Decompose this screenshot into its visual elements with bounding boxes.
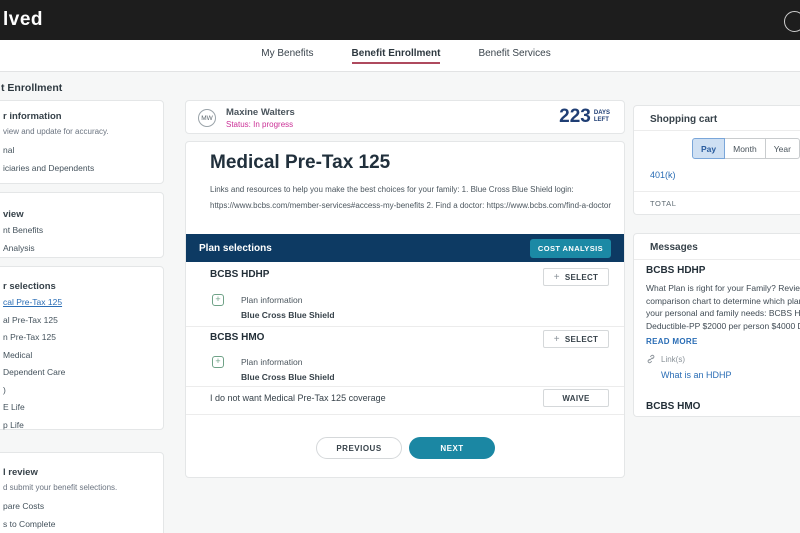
sidebar-item-sp-life[interactable]: p Life [3, 420, 153, 430]
divider [186, 326, 624, 327]
sidebar-item-personal[interactable]: nal [3, 145, 153, 155]
sidebar-title: t Enrollment [1, 82, 62, 94]
plan-information-label: Plan information [241, 357, 302, 367]
plus-icon [554, 334, 560, 345]
medical-kit-icon [212, 356, 224, 368]
tab-benefit-enrollment[interactable]: Benefit Enrollment [352, 48, 441, 64]
sidebar-item-vision-pretax[interactable]: n Pre-Tax 125 [3, 332, 153, 342]
links-label: Link(s) [661, 355, 685, 364]
plus-icon [554, 272, 560, 283]
toggle-year[interactable]: Year [766, 138, 800, 159]
messages-title: Messages [650, 242, 698, 253]
sidebar-item-medical-pretax[interactable]: cal Pre-Tax 125 [3, 297, 153, 307]
plan-provider: Blue Cross Blue Shield [241, 372, 335, 382]
previous-button[interactable]: PREVIOUS [316, 437, 402, 459]
plan-name-hmo: BCBS HMO [210, 332, 264, 343]
waive-text: I do not want Medical Pre-Tax 125 covera… [210, 393, 386, 403]
sidebar-heading-review: view [3, 209, 153, 220]
message-body: What Plan is right for your Family? Revi… [646, 282, 800, 333]
divider [186, 386, 624, 387]
plan-name-hdhp: BCBS HDHP [210, 269, 269, 280]
divider [634, 130, 800, 131]
message-plan-name-hmo: BCBS HMO [646, 401, 700, 412]
message-plan-name-hdhp: BCBS HDHP [646, 265, 705, 276]
tab-benefit-services[interactable]: Benefit Services [478, 48, 550, 64]
read-more-link[interactable]: READ MORE [646, 337, 698, 346]
pay-period-toggle: Pay Month Year [692, 138, 800, 159]
divider [634, 191, 800, 192]
divider [186, 414, 624, 415]
sidebar-item-cost-analysis[interactable]: Analysis [3, 243, 153, 253]
top-app-bar: lved [0, 0, 800, 40]
sidebar-item-401k[interactable]: ) [3, 385, 153, 395]
sidebar-desc-information: view and update for accuracy. [3, 127, 153, 136]
shopping-cart-panel: Shopping cart Pay Month Year 401(k) TOTA… [633, 105, 800, 215]
plan-selections-title: Plan selections [199, 243, 272, 254]
days-left-value: 223 [559, 106, 591, 128]
shopping-cart-title: Shopping cart [650, 114, 717, 125]
sidebar-card-final-review: l review d submit your benefit selection… [0, 452, 164, 533]
sidebar-heading-information: r information [3, 111, 153, 122]
divider [634, 259, 800, 260]
sidebar-item-dependent-care[interactable]: Dependent Care [3, 367, 153, 377]
user-status: Status: In progress [226, 120, 293, 129]
sidebar-card-selections: r selections cal Pre-Tax 125 al Pre-Tax … [0, 266, 164, 430]
select-label: SELECT [565, 335, 598, 344]
messages-panel: Messages BCBS HDHP What Plan is right fo… [633, 233, 800, 417]
profile-icon[interactable] [784, 11, 800, 32]
sidebar-card-information: r information view and update for accura… [0, 100, 164, 184]
link-icon [646, 354, 656, 364]
select-label: SELECT [565, 273, 598, 282]
brand-logo: lved [3, 9, 43, 31]
days-left-counter: 223 DAYS LEFT [559, 106, 610, 128]
tab-my-benefits[interactable]: My Benefits [261, 48, 313, 64]
what-is-hdhp-link[interactable]: What is an HDHP [661, 370, 732, 380]
user-name: Maxine Walters [226, 107, 295, 118]
sidebar-card-review: view nt Benefits Analysis [0, 192, 164, 258]
page-title: Medical Pre-Tax 125 [210, 152, 390, 174]
plan-provider: Blue Cross Blue Shield [241, 310, 335, 320]
sidebar-item-current-benefits[interactable]: nt Benefits [3, 225, 153, 235]
days-left-word2: LEFT [594, 117, 610, 124]
benefits-enrollment-page: lved My Benefits Benefit Enrollment Bene… [0, 0, 800, 533]
toggle-month[interactable]: Month [725, 138, 766, 159]
next-button[interactable]: NEXT [409, 437, 495, 459]
main-navigation: My Benefits Benefit Enrollment Benefit S… [0, 40, 800, 72]
links-row: Link(s) [646, 354, 685, 364]
sidebar-item-steps-to-complete[interactable]: s to Complete [3, 519, 153, 529]
plan-information-label: Plan information [241, 295, 302, 305]
sidebar-item-ee-life[interactable]: E Life [3, 402, 153, 412]
toggle-pay[interactable]: Pay [692, 138, 725, 159]
user-status-card: MW Maxine Walters Status: In progress 22… [185, 100, 625, 134]
sidebar-desc-final-review: d submit your benefit selections. [3, 483, 153, 492]
plan-description: Links and resources to help you make the… [210, 182, 622, 214]
select-hdhp-button[interactable]: SELECT [543, 268, 609, 286]
plan-detail-card: Medical Pre-Tax 125 Links and resources … [185, 141, 625, 478]
avatar: MW [198, 109, 216, 127]
select-hmo-button[interactable]: SELECT [543, 330, 609, 348]
medical-kit-icon [212, 294, 224, 306]
sidebar-heading-selections: r selections [3, 281, 153, 292]
waive-button[interactable]: WAIVE [543, 389, 609, 407]
sidebar-item-dental-pretax[interactable]: al Pre-Tax 125 [3, 315, 153, 325]
days-left-word1: DAYS [594, 110, 610, 117]
sidebar-item-beneficiaries[interactable]: iciaries and Dependents [3, 163, 153, 173]
plan-selections-bar: Plan selections COST ANALYSIS [186, 234, 624, 262]
cart-item-401k[interactable]: 401(k) [650, 170, 676, 180]
sidebar-heading-final-review: l review [3, 467, 153, 478]
sidebar-item-fsa-medical[interactable]: Medical [3, 350, 153, 360]
sidebar-item-compare-costs[interactable]: pare Costs [3, 501, 153, 511]
cart-total-label: TOTAL [650, 199, 676, 208]
cost-analysis-button[interactable]: COST ANALYSIS [530, 239, 611, 258]
